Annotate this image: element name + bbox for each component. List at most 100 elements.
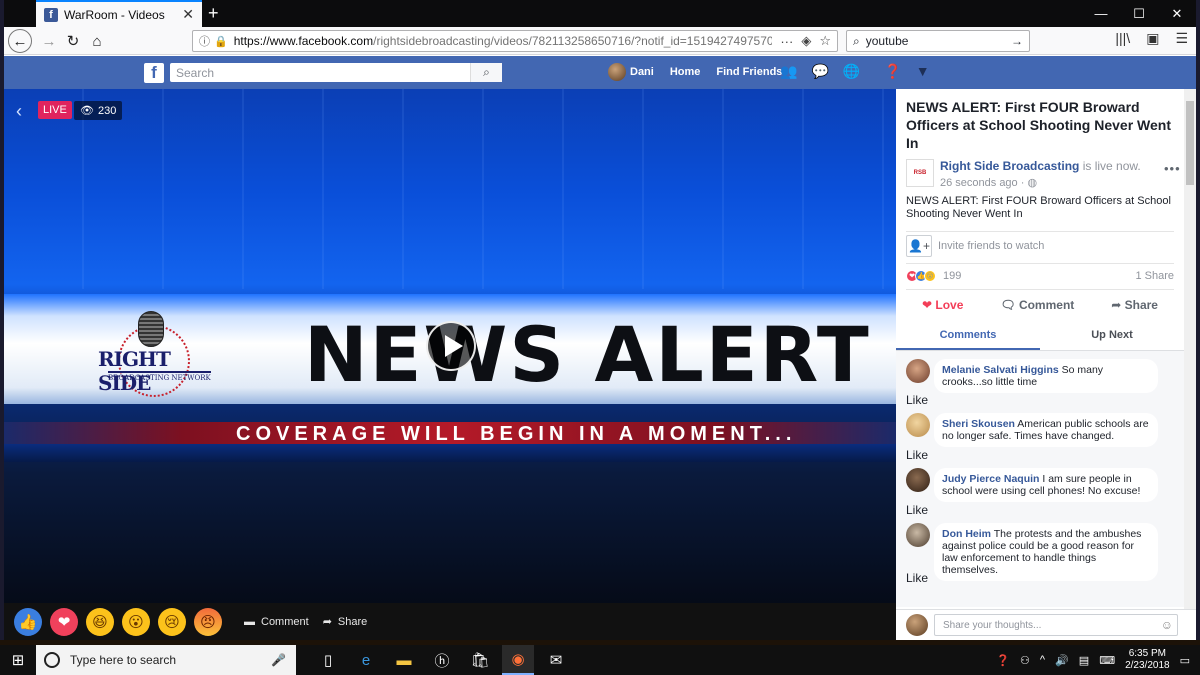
wow-reaction-icon[interactable]: 😮: [122, 607, 150, 636]
file-explorer-icon[interactable]: ▬: [388, 645, 420, 675]
side-scrollbar[interactable]: [1184, 89, 1196, 609]
live-status-text: is live now.: [1079, 159, 1141, 173]
reaction-summary-icons[interactable]: ❤ 👍 😮: [906, 270, 936, 282]
friend-requests-icon[interactable]: 👥: [780, 63, 797, 80]
back-icon[interactable]: ←: [8, 29, 32, 53]
search-go-icon[interactable]: →: [1011, 34, 1023, 48]
invite-label: Invite friends to watch: [938, 240, 1045, 252]
hp-icon[interactable]: ⓗ: [426, 645, 458, 675]
comment-like-link[interactable]: Like: [906, 503, 928, 517]
emoji-icon[interactable]: ☺: [1161, 618, 1173, 632]
task-view-icon[interactable]: ▯: [312, 645, 344, 675]
close-window-icon[interactable]: ✕: [1158, 0, 1196, 27]
people-icon[interactable]: ⚇: [1020, 654, 1030, 667]
tray-chevron-icon[interactable]: ^: [1040, 654, 1045, 666]
home-icon[interactable]: ⌂: [86, 30, 108, 52]
taskbar-search-placeholder: Type here to search: [70, 653, 177, 667]
tab-up-next[interactable]: Up Next: [1040, 325, 1184, 350]
facebook-logo-icon[interactable]: f: [144, 63, 164, 83]
account-dropdown-icon[interactable]: ▼: [916, 63, 930, 80]
like-reaction-icon[interactable]: 👍: [14, 607, 42, 636]
commenter-name[interactable]: Sheri Skousen: [942, 418, 1015, 430]
love-button[interactable]: ❤ Love: [922, 298, 963, 312]
firefox-icon[interactable]: ◉: [502, 645, 534, 675]
profile-link[interactable]: Dani: [608, 63, 654, 81]
comments-list: Melanie Salvati Higgins So many crooks..…: [896, 351, 1184, 607]
notifications-globe-icon[interactable]: 🌐: [843, 63, 860, 80]
maximize-icon[interactable]: ☐: [1120, 0, 1158, 27]
browser-window: f WarRoom - Videos ✕ + — ☐ ✕ ← → ↻ ⌂ ⓘ 🔒…: [0, 0, 1200, 640]
video-player[interactable]: RIGHT SIDE BROADCASTING NETWORK NEWS ALE…: [4, 89, 896, 603]
scrollbar-thumb[interactable]: [1186, 101, 1194, 185]
love-reaction-icon[interactable]: ❤: [50, 607, 78, 636]
mail-icon[interactable]: ✉: [540, 645, 572, 675]
comment-bubble: Sheri Skousen American public schools ar…: [934, 413, 1158, 447]
commenter-name[interactable]: Melanie Salvati Higgins: [942, 364, 1059, 376]
video-share-button[interactable]: ➦ Share: [323, 615, 368, 629]
share-button[interactable]: ➦ Share: [1111, 298, 1158, 312]
reaction-count[interactable]: 199: [943, 270, 961, 282]
haha-reaction-icon[interactable]: 😆: [86, 607, 114, 636]
post-options-icon[interactable]: •••: [1164, 161, 1181, 176]
action-center-icon[interactable]: ▭: [1180, 654, 1190, 667]
share-count[interactable]: 1 Share: [1135, 270, 1174, 282]
viewer-count: 230: [97, 104, 117, 117]
commenter-name[interactable]: Judy Pierce Naquin: [942, 473, 1039, 485]
browser-tab[interactable]: f WarRoom - Videos ✕: [36, 0, 202, 27]
author-name-link[interactable]: Right Side Broadcasting: [940, 159, 1079, 173]
right-side-logo: RIGHT SIDE BROADCASTING NETWORK: [90, 311, 222, 411]
more-actions-icon[interactable]: ···: [780, 34, 793, 49]
url-text: https://www.facebook.com/rightsidebroadc…: [233, 34, 773, 48]
commenter-avatar[interactable]: [906, 359, 930, 383]
new-tab-icon[interactable]: +: [208, 3, 219, 24]
volume-icon[interactable]: 🔊: [1055, 654, 1069, 667]
commenter-avatar[interactable]: [906, 413, 930, 437]
microphone-icon[interactable]: 🎤: [271, 653, 286, 667]
commenter-avatar[interactable]: [906, 523, 930, 547]
list-item: Sheri Skousen American public schools ar…: [906, 413, 1158, 447]
store-icon[interactable]: 🛍: [464, 645, 496, 675]
reload-icon[interactable]: ↻: [62, 30, 84, 52]
close-tab-icon[interactable]: ✕: [182, 6, 194, 23]
video-back-icon[interactable]: ‹: [16, 101, 22, 122]
url-bar[interactable]: ⓘ 🔒 https://www.facebook.com/rightsidebr…: [192, 30, 838, 52]
video-comment-button[interactable]: ▬ Comment: [244, 616, 309, 628]
help-icon[interactable]: ❓: [884, 63, 901, 80]
forward-icon[interactable]: →: [38, 30, 60, 52]
menu-icon[interactable]: ☰: [1175, 30, 1188, 47]
help-tray-icon[interactable]: ❓: [996, 654, 1010, 667]
find-friends-link[interactable]: Find Friends: [716, 66, 782, 78]
taskbar-search[interactable]: Type here to search 🎤: [36, 645, 296, 675]
invite-friends-button[interactable]: 👤+ Invite friends to watch: [906, 235, 1044, 257]
commenter-name[interactable]: Don Heim: [942, 528, 991, 540]
tab-comments[interactable]: Comments: [896, 325, 1040, 350]
page-avatar[interactable]: RSB: [906, 159, 934, 187]
minimize-icon[interactable]: —: [1082, 0, 1120, 27]
keyboard-icon[interactable]: ⌨: [1099, 654, 1115, 667]
comment-like-link[interactable]: Like: [906, 393, 928, 407]
video-background-grid: [4, 89, 896, 289]
windows-start-icon[interactable]: ⊞: [0, 651, 36, 669]
sidebar-icon[interactable]: ▣: [1146, 30, 1159, 47]
system-clock[interactable]: 6:35 PM 2/23/2018: [1125, 648, 1170, 672]
sad-reaction-icon[interactable]: 😢: [158, 607, 186, 636]
browser-search-box[interactable]: ⌕ youtube →: [846, 30, 1030, 52]
comment-button[interactable]: 🗨 Comment: [1000, 298, 1074, 312]
pocket-icon[interactable]: ◈: [801, 33, 811, 49]
network-icon[interactable]: ▤: [1079, 654, 1089, 667]
info-icon[interactable]: ⓘ: [199, 33, 210, 49]
play-button[interactable]: [426, 321, 476, 371]
comment-input[interactable]: Share your thoughts... ☺: [934, 614, 1178, 636]
edge-icon[interactable]: e: [350, 645, 382, 675]
video-subline: COVERAGE WILL BEGIN IN A MOMENT...: [236, 423, 797, 445]
bookmark-star-icon[interactable]: ☆: [819, 33, 831, 49]
angry-reaction-icon[interactable]: 😠: [194, 607, 222, 636]
comment-like-link[interactable]: Like: [906, 571, 928, 585]
facebook-search-input[interactable]: Search ⌕: [170, 63, 502, 82]
library-icon[interactable]: |||\: [1115, 30, 1130, 47]
messenger-icon[interactable]: 💬: [811, 63, 828, 80]
home-link[interactable]: Home: [670, 66, 701, 78]
facebook-search-button[interactable]: ⌕: [470, 63, 502, 82]
comment-like-link[interactable]: Like: [906, 448, 928, 462]
commenter-avatar[interactable]: [906, 468, 930, 492]
